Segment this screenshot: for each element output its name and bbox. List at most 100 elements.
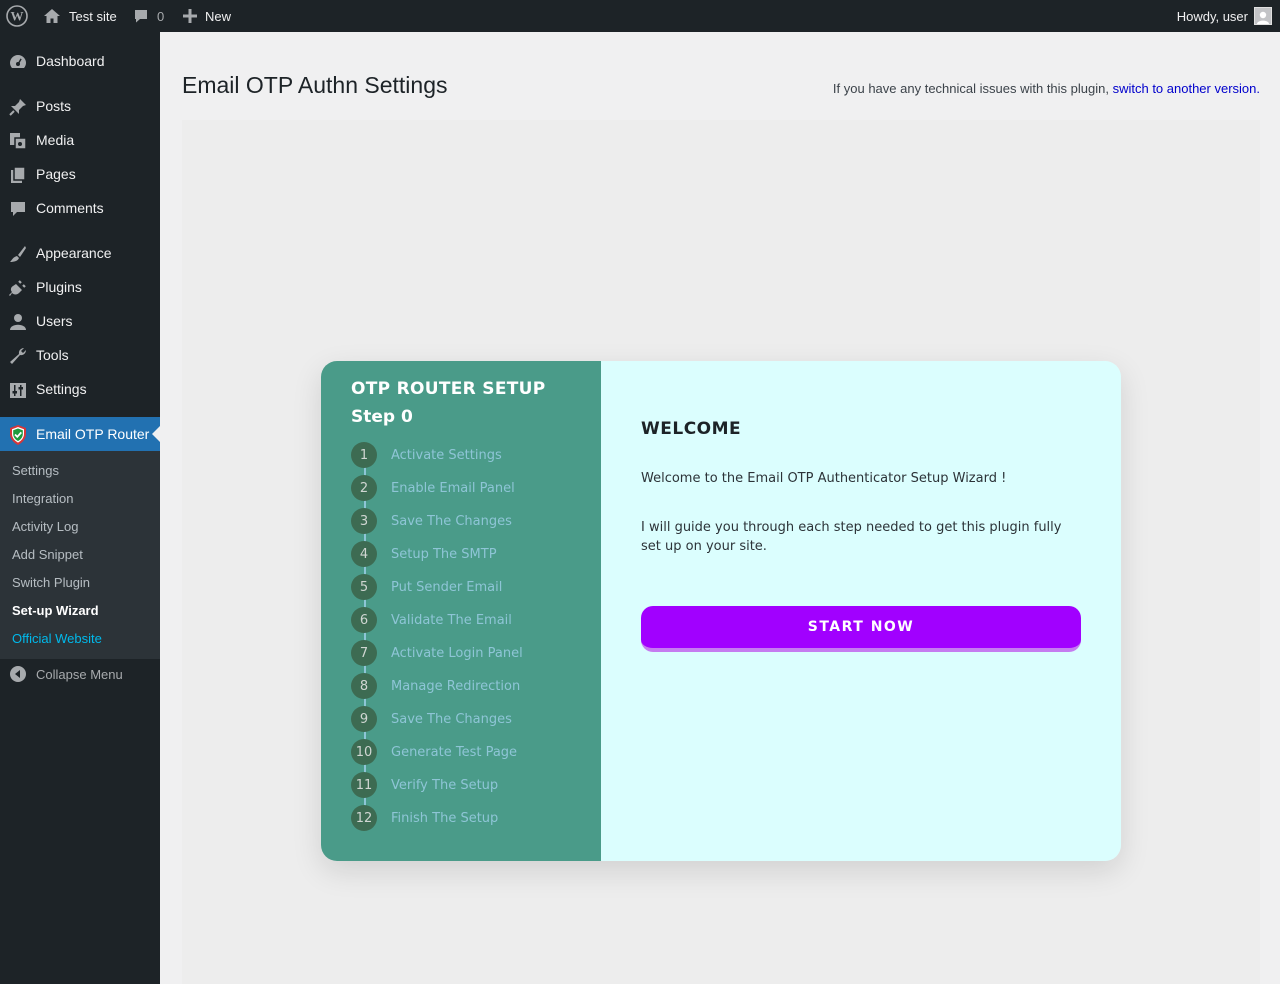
submenu-item-settings[interactable]: Settings xyxy=(12,463,59,478)
admin-sidebar: Dashboard Posts Media Pages Comments App… xyxy=(0,32,160,984)
wizard-current-step: Step 0 xyxy=(351,407,413,427)
step-label: Manage Redirection xyxy=(391,678,521,694)
home-icon xyxy=(43,8,61,24)
comment-bubble-icon xyxy=(133,8,149,24)
plug-icon xyxy=(8,278,28,298)
submenu-item-integration[interactable]: Integration xyxy=(12,491,73,506)
wordpress-logo-icon[interactable]: W xyxy=(6,0,30,32)
step-number: 10 xyxy=(351,739,377,765)
step-number: 3 xyxy=(351,508,377,534)
submenu-item-official-website[interactable]: Official Website xyxy=(12,631,102,646)
step-number: 4 xyxy=(351,541,377,567)
plugin-submenu: Settings Integration Activity Log Add Sn… xyxy=(0,451,160,659)
step-label: Put Sender Email xyxy=(391,579,503,595)
new-content-link[interactable]: New xyxy=(183,0,231,32)
step-number: 12 xyxy=(351,805,377,831)
step-number: 11 xyxy=(351,772,377,798)
step-label: Setup The SMTP xyxy=(391,546,497,562)
collapse-menu-button[interactable]: Collapse Menu xyxy=(0,662,160,686)
welcome-heading: WELCOME xyxy=(641,419,742,439)
step-label: Finish The Setup xyxy=(391,810,499,826)
step-number: 5 xyxy=(351,574,377,600)
step-number: 8 xyxy=(351,673,377,699)
step-number: 2 xyxy=(351,475,377,501)
sidebar-item-dashboard[interactable]: Dashboard xyxy=(0,44,160,78)
step-label: Save The Changes xyxy=(391,711,512,727)
sidebar-item-label: Email OTP Router xyxy=(36,426,150,442)
wizard-content-panel: WELCOME Welcome to the Email OTP Authent… xyxy=(601,361,1121,861)
wizard-step-item: 11 Verify The Setup xyxy=(351,772,498,798)
brush-icon xyxy=(8,244,28,264)
sidebar-item-label: Posts xyxy=(36,98,72,114)
plus-icon xyxy=(183,9,197,23)
sidebar-item-label: Appearance xyxy=(36,245,112,261)
sidebar-item-appearance[interactable]: Appearance xyxy=(0,236,160,270)
start-now-button[interactable]: START NOW xyxy=(641,606,1081,652)
step-number: 9 xyxy=(351,706,377,732)
dashboard-icon xyxy=(8,52,28,72)
wizard-step-item: 8 Manage Redirection xyxy=(351,673,520,699)
submenu-item-switch-plugin[interactable]: Switch Plugin xyxy=(12,575,90,590)
wizard-heading: OTP ROUTER SETUP xyxy=(351,379,546,399)
sidebar-item-settings[interactable]: Settings xyxy=(0,372,160,406)
admin-bar: W Test site 0 New Howdy, user xyxy=(0,0,1280,32)
howdy-label: Howdy, user xyxy=(1176,8,1248,24)
pages-icon xyxy=(8,165,28,185)
site-name-label: Test site xyxy=(69,8,117,24)
step-number: 6 xyxy=(351,607,377,633)
wrench-icon xyxy=(8,346,28,366)
submenu-item-activity-log[interactable]: Activity Log xyxy=(12,519,78,534)
comments-link[interactable]: 0 xyxy=(133,0,164,32)
submenu-item-add-snippet[interactable]: Add Snippet xyxy=(12,547,83,562)
sidebar-item-media[interactable]: Media xyxy=(0,123,160,157)
step-label: Enable Email Panel xyxy=(391,480,515,496)
sidebar-item-pages[interactable]: Pages xyxy=(0,157,160,191)
sliders-icon xyxy=(8,380,28,400)
wizard-step-item: 4 Setup The SMTP xyxy=(351,541,497,567)
user-icon xyxy=(8,312,28,332)
welcome-text: Welcome to the Email OTP Authenticator S… xyxy=(641,471,1007,486)
sidebar-item-label: Dashboard xyxy=(36,53,105,69)
sidebar-item-label: Tools xyxy=(36,347,69,363)
comment-icon xyxy=(8,199,28,219)
sidebar-item-label: Users xyxy=(36,313,73,329)
guide-text: I will guide you through each step neede… xyxy=(641,520,1062,554)
wizard-step-item: 5 Put Sender Email xyxy=(351,574,502,600)
sidebar-item-label: Media xyxy=(36,132,75,148)
new-label: New xyxy=(205,8,232,24)
step-label: Activate Login Panel xyxy=(391,645,523,661)
step-number: 7 xyxy=(351,640,377,666)
svg-text:W: W xyxy=(11,9,24,24)
wizard-step-item: 2 Enable Email Panel xyxy=(351,475,515,501)
comments-count: 0 xyxy=(157,8,165,24)
wizard-step-item: 1 Activate Settings xyxy=(351,442,502,468)
collapse-arrow-icon xyxy=(10,666,26,682)
wizard-step-item: 6 Validate The Email xyxy=(351,607,512,633)
pin-icon xyxy=(8,97,28,117)
wizard-step-item: 12 Finish The Setup xyxy=(351,805,498,831)
step-number: 1 xyxy=(351,442,377,468)
wizard-step-item: 9 Save The Changes xyxy=(351,706,512,732)
wizard-step-item: 10 Generate Test Page xyxy=(351,739,517,765)
wizard-step-item: 3 Save The Changes xyxy=(351,508,512,534)
avatar xyxy=(1254,7,1272,25)
sidebar-item-plugins[interactable]: Plugins xyxy=(0,270,160,304)
sidebar-item-tools[interactable]: Tools xyxy=(0,338,160,372)
sidebar-item-users[interactable]: Users xyxy=(0,304,160,338)
wizard-step-item: 7 Activate Login Panel xyxy=(351,640,523,666)
submenu-item-setup-wizard[interactable]: Set-up Wizard xyxy=(12,603,99,618)
site-name-link[interactable]: Test site xyxy=(43,0,117,32)
sidebar-item-posts[interactable]: Posts xyxy=(0,89,160,123)
switch-version-link[interactable]: switch to another version. xyxy=(1113,81,1260,96)
step-label: Verify The Setup xyxy=(391,777,499,793)
sidebar-item-label: Comments xyxy=(36,200,104,216)
account-menu[interactable]: Howdy, user xyxy=(1177,0,1272,32)
setup-wizard-card: OTP ROUTER SETUP Step 0 1 Activate Settin… xyxy=(321,361,1121,861)
notice-text: If you have any technical issues with th… xyxy=(832,81,1109,96)
sidebar-item-comments[interactable]: Comments xyxy=(0,191,160,225)
step-label: Save The Changes xyxy=(391,513,512,529)
sidebar-item-email-otp-router[interactable]: Email OTP Router xyxy=(0,417,160,451)
sidebar-item-label: Plugins xyxy=(36,279,82,295)
step-label: Validate The Email xyxy=(391,612,512,628)
media-icon xyxy=(8,131,28,151)
